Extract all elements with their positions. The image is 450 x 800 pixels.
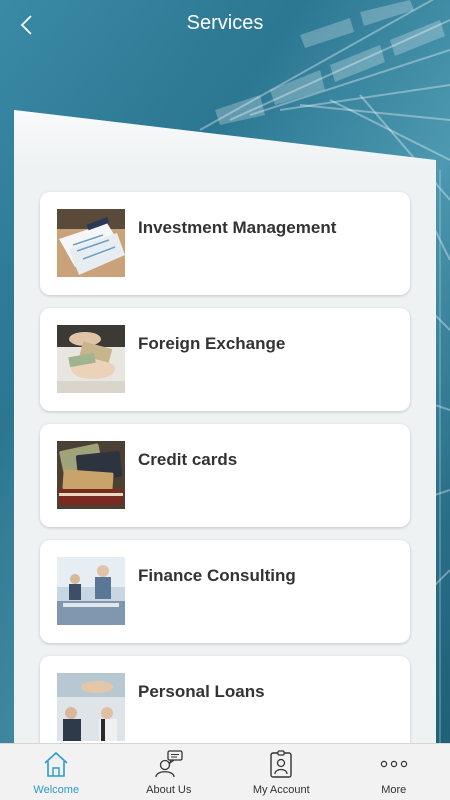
people-handshake-image bbox=[57, 673, 125, 741]
business-meeting-image bbox=[57, 557, 125, 625]
service-card-finance-consulting[interactable]: Finance Consulting bbox=[40, 540, 410, 643]
credit-cards-image bbox=[57, 441, 125, 509]
header-bar: Services bbox=[0, 0, 450, 50]
tab-label: More bbox=[381, 784, 407, 796]
tab-welcome[interactable]: Welcome bbox=[0, 744, 113, 800]
service-label: Finance Consulting bbox=[138, 566, 296, 585]
investment-documents-image bbox=[57, 209, 125, 277]
service-card-foreign-exchange[interactable]: Foreign Exchange bbox=[40, 308, 410, 411]
bottom-tab-bar: Welcome About Us My Account More bbox=[0, 743, 450, 800]
id-badge-icon bbox=[270, 750, 292, 778]
service-label: Foreign Exchange bbox=[138, 334, 286, 353]
service-card-credit-cards[interactable]: Credit cards bbox=[40, 424, 410, 527]
tab-more[interactable]: More bbox=[338, 744, 450, 800]
tab-label: My Account bbox=[252, 784, 310, 796]
home-icon bbox=[44, 751, 68, 777]
service-label: Credit cards bbox=[138, 450, 238, 469]
money-exchange-image bbox=[57, 325, 125, 393]
service-card-investment-management[interactable]: Investment Management bbox=[40, 192, 410, 295]
tab-about-us[interactable]: About Us bbox=[113, 744, 226, 800]
service-label: Personal Loans bbox=[138, 682, 265, 701]
tab-label: About Us bbox=[146, 784, 192, 796]
service-label: Investment Management bbox=[138, 218, 337, 237]
tab-label: Welcome bbox=[33, 784, 80, 796]
person-chat-icon bbox=[155, 750, 183, 778]
tab-my-account[interactable]: My Account bbox=[225, 744, 338, 800]
more-dots-icon bbox=[380, 760, 407, 768]
page-title: Services bbox=[186, 12, 264, 34]
